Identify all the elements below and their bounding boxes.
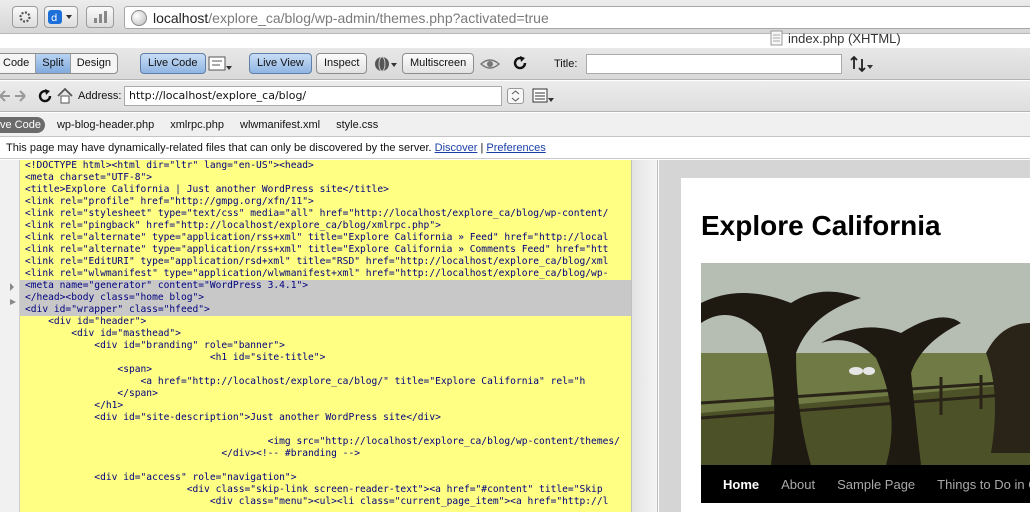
related-file-tab[interactable]: wlwmanifest.xml: [240, 119, 320, 131]
code-line[interactable]: <span>: [20, 364, 631, 376]
code-line[interactable]: <h1 id="site-title">: [20, 352, 631, 364]
code-line[interactable]: <div class="menu"><ul><li class="current…: [20, 496, 631, 508]
globe-icon: [131, 10, 147, 26]
code-line[interactable]: <div id="site-description">Just another …: [20, 412, 631, 424]
refresh-icon[interactable]: [512, 55, 528, 74]
code-line[interactable]: <img src="http://localhost/explore_ca/bl…: [20, 436, 631, 448]
nav-item-about[interactable]: About: [781, 477, 815, 492]
expand-arrow-icon: [10, 299, 16, 305]
code-line[interactable]: <!DOCTYPE html><html dir="ltr" lang="en-…: [20, 160, 631, 172]
site-title[interactable]: Explore California: [701, 210, 941, 242]
related-file-tab[interactable]: style.css: [336, 119, 378, 131]
document-title: index.php (XHTML): [770, 30, 901, 46]
code-line[interactable]: <div id="wrapper" class="hfeed">: [20, 304, 631, 316]
nav-item-home[interactable]: Home: [723, 477, 759, 492]
dreamweaver-logo-icon[interactable]: d: [44, 6, 78, 28]
code-scrollbar[interactable]: [631, 160, 658, 512]
title-label: Title:: [554, 58, 578, 70]
code-line[interactable]: <link rel="profile" href="http://gmpg.or…: [20, 196, 631, 208]
live-view-button[interactable]: Live View: [249, 53, 312, 74]
preferences-link[interactable]: Preferences: [486, 142, 545, 154]
live-view-pane: Explore California Home About Sample Pag…: [659, 160, 1030, 512]
code-gutter: [0, 160, 20, 512]
code-line[interactable]: <div id="header">: [20, 316, 631, 328]
inspect-button[interactable]: Inspect: [316, 53, 368, 74]
code-line[interactable]: <link rel="wlwmanifest" type="applicatio…: [20, 268, 631, 280]
code-line[interactable]: <div class="skip-link screen-reader-text…: [20, 484, 631, 496]
code-line[interactable]: [20, 424, 631, 436]
code-line[interactable]: <link rel="alternate" type="application/…: [20, 244, 631, 256]
info-bar: This page may have dynamically-related f…: [0, 138, 1030, 159]
address-input[interactable]: http://localhost/explore_ca/blog/: [124, 86, 502, 106]
code-line[interactable]: </head><body class="home blog">: [20, 292, 631, 304]
browser-navigation-toolbar: Address: http://localhost/explore_ca/blo…: [0, 81, 1030, 112]
code-line[interactable]: <link rel="EditURI" type="application/rs…: [20, 256, 631, 268]
code-line[interactable]: <meta charset="UTF-8">: [20, 172, 631, 184]
code-editor[interactable]: <!DOCTYPE html><html dir="ltr" lang="en-…: [20, 160, 631, 512]
code-line[interactable]: </div><!-- #branding -->: [20, 448, 631, 460]
document-icon: [770, 30, 783, 46]
forward-arrow-icon[interactable]: [14, 88, 28, 107]
live-page: Explore California Home About Sample Pag…: [681, 178, 1030, 512]
refresh-icon[interactable]: [37, 88, 53, 107]
code-line[interactable]: <div id="access" role="navigation">: [20, 472, 631, 484]
file-management-icon[interactable]: [850, 55, 874, 76]
svg-text:d: d: [51, 13, 57, 24]
check-page-icon[interactable]: [208, 55, 232, 76]
code-line[interactable]: <link rel="alternate" type="application/…: [20, 232, 631, 244]
view-options-icon[interactable]: [532, 87, 556, 108]
site-navigation: Home About Sample Page Things to Do in C…: [701, 465, 1030, 503]
code-line[interactable]: [20, 460, 631, 472]
design-view-button[interactable]: Design: [71, 54, 117, 73]
visual-aids-icon[interactable]: [479, 56, 502, 75]
title-input[interactable]: [586, 54, 842, 74]
address-history-dropdown-icon[interactable]: [507, 88, 524, 104]
document-toolbar: Code Split Design Live Code Live View In…: [0, 48, 1030, 80]
related-files-bar: ve Code wp-blog-header.php xmlrpc.php wl…: [0, 113, 1030, 137]
browser-toolbar: d localhost/explore_ca/blog/wp-admin/the…: [0, 0, 1030, 34]
url-field[interactable]: localhost/explore_ca/blog/wp-admin/theme…: [124, 6, 1030, 29]
code-view-button[interactable]: Code: [0, 54, 37, 73]
info-message: This page may have dynamically-related f…: [6, 142, 432, 154]
preview-globe-icon[interactable]: [374, 55, 398, 76]
document-title-text: index.php (XHTML): [788, 31, 901, 46]
back-arrow-icon[interactable]: [0, 88, 12, 107]
code-line[interactable]: <div id="masthead">: [20, 328, 631, 340]
multiscreen-button[interactable]: Multiscreen: [402, 53, 475, 74]
info-separator: |: [480, 142, 484, 154]
url-host: localhost: [153, 9, 209, 26]
live-code-button[interactable]: Live Code: [140, 53, 206, 74]
collapse-arrow-icon: [10, 283, 14, 291]
chart-icon[interactable]: [86, 6, 114, 28]
source-code-tab[interactable]: ve Code: [0, 116, 45, 133]
related-file-tab[interactable]: xmlrpc.php: [170, 119, 224, 131]
code-line[interactable]: <a href="http://localhost/explore_ca/blo…: [20, 376, 631, 388]
code-line[interactable]: <title>Explore California | Just another…: [20, 184, 631, 196]
url-path: /explore_ca/blog/wp-admin/themes.php?act…: [208, 9, 549, 26]
view-mode-switch: Code Split Design: [0, 53, 118, 74]
split-view-button[interactable]: Split: [36, 54, 71, 73]
related-file-tab[interactable]: wp-blog-header.php: [57, 119, 154, 131]
nav-item-sample-page[interactable]: Sample Page: [837, 477, 915, 492]
code-line[interactable]: </span>: [20, 388, 631, 400]
code-line[interactable]: </h1>: [20, 400, 631, 412]
code-line[interactable]: <link rel="pingback" href="http://localh…: [20, 220, 631, 232]
code-line[interactable]: <link rel="stylesheet" type="text/css" m…: [20, 208, 631, 220]
code-line[interactable]: <div id="branding" role="banner">: [20, 340, 631, 352]
nav-item-things-to-do[interactable]: Things to Do in California: [937, 477, 1030, 492]
address-label: Address:: [78, 90, 122, 102]
header-image: [701, 263, 1030, 465]
gear-icon[interactable]: [12, 6, 38, 28]
discover-link[interactable]: Discover: [435, 142, 478, 154]
home-icon[interactable]: [56, 87, 74, 108]
code-line[interactable]: <meta name="generator" content="WordPres…: [20, 280, 631, 292]
